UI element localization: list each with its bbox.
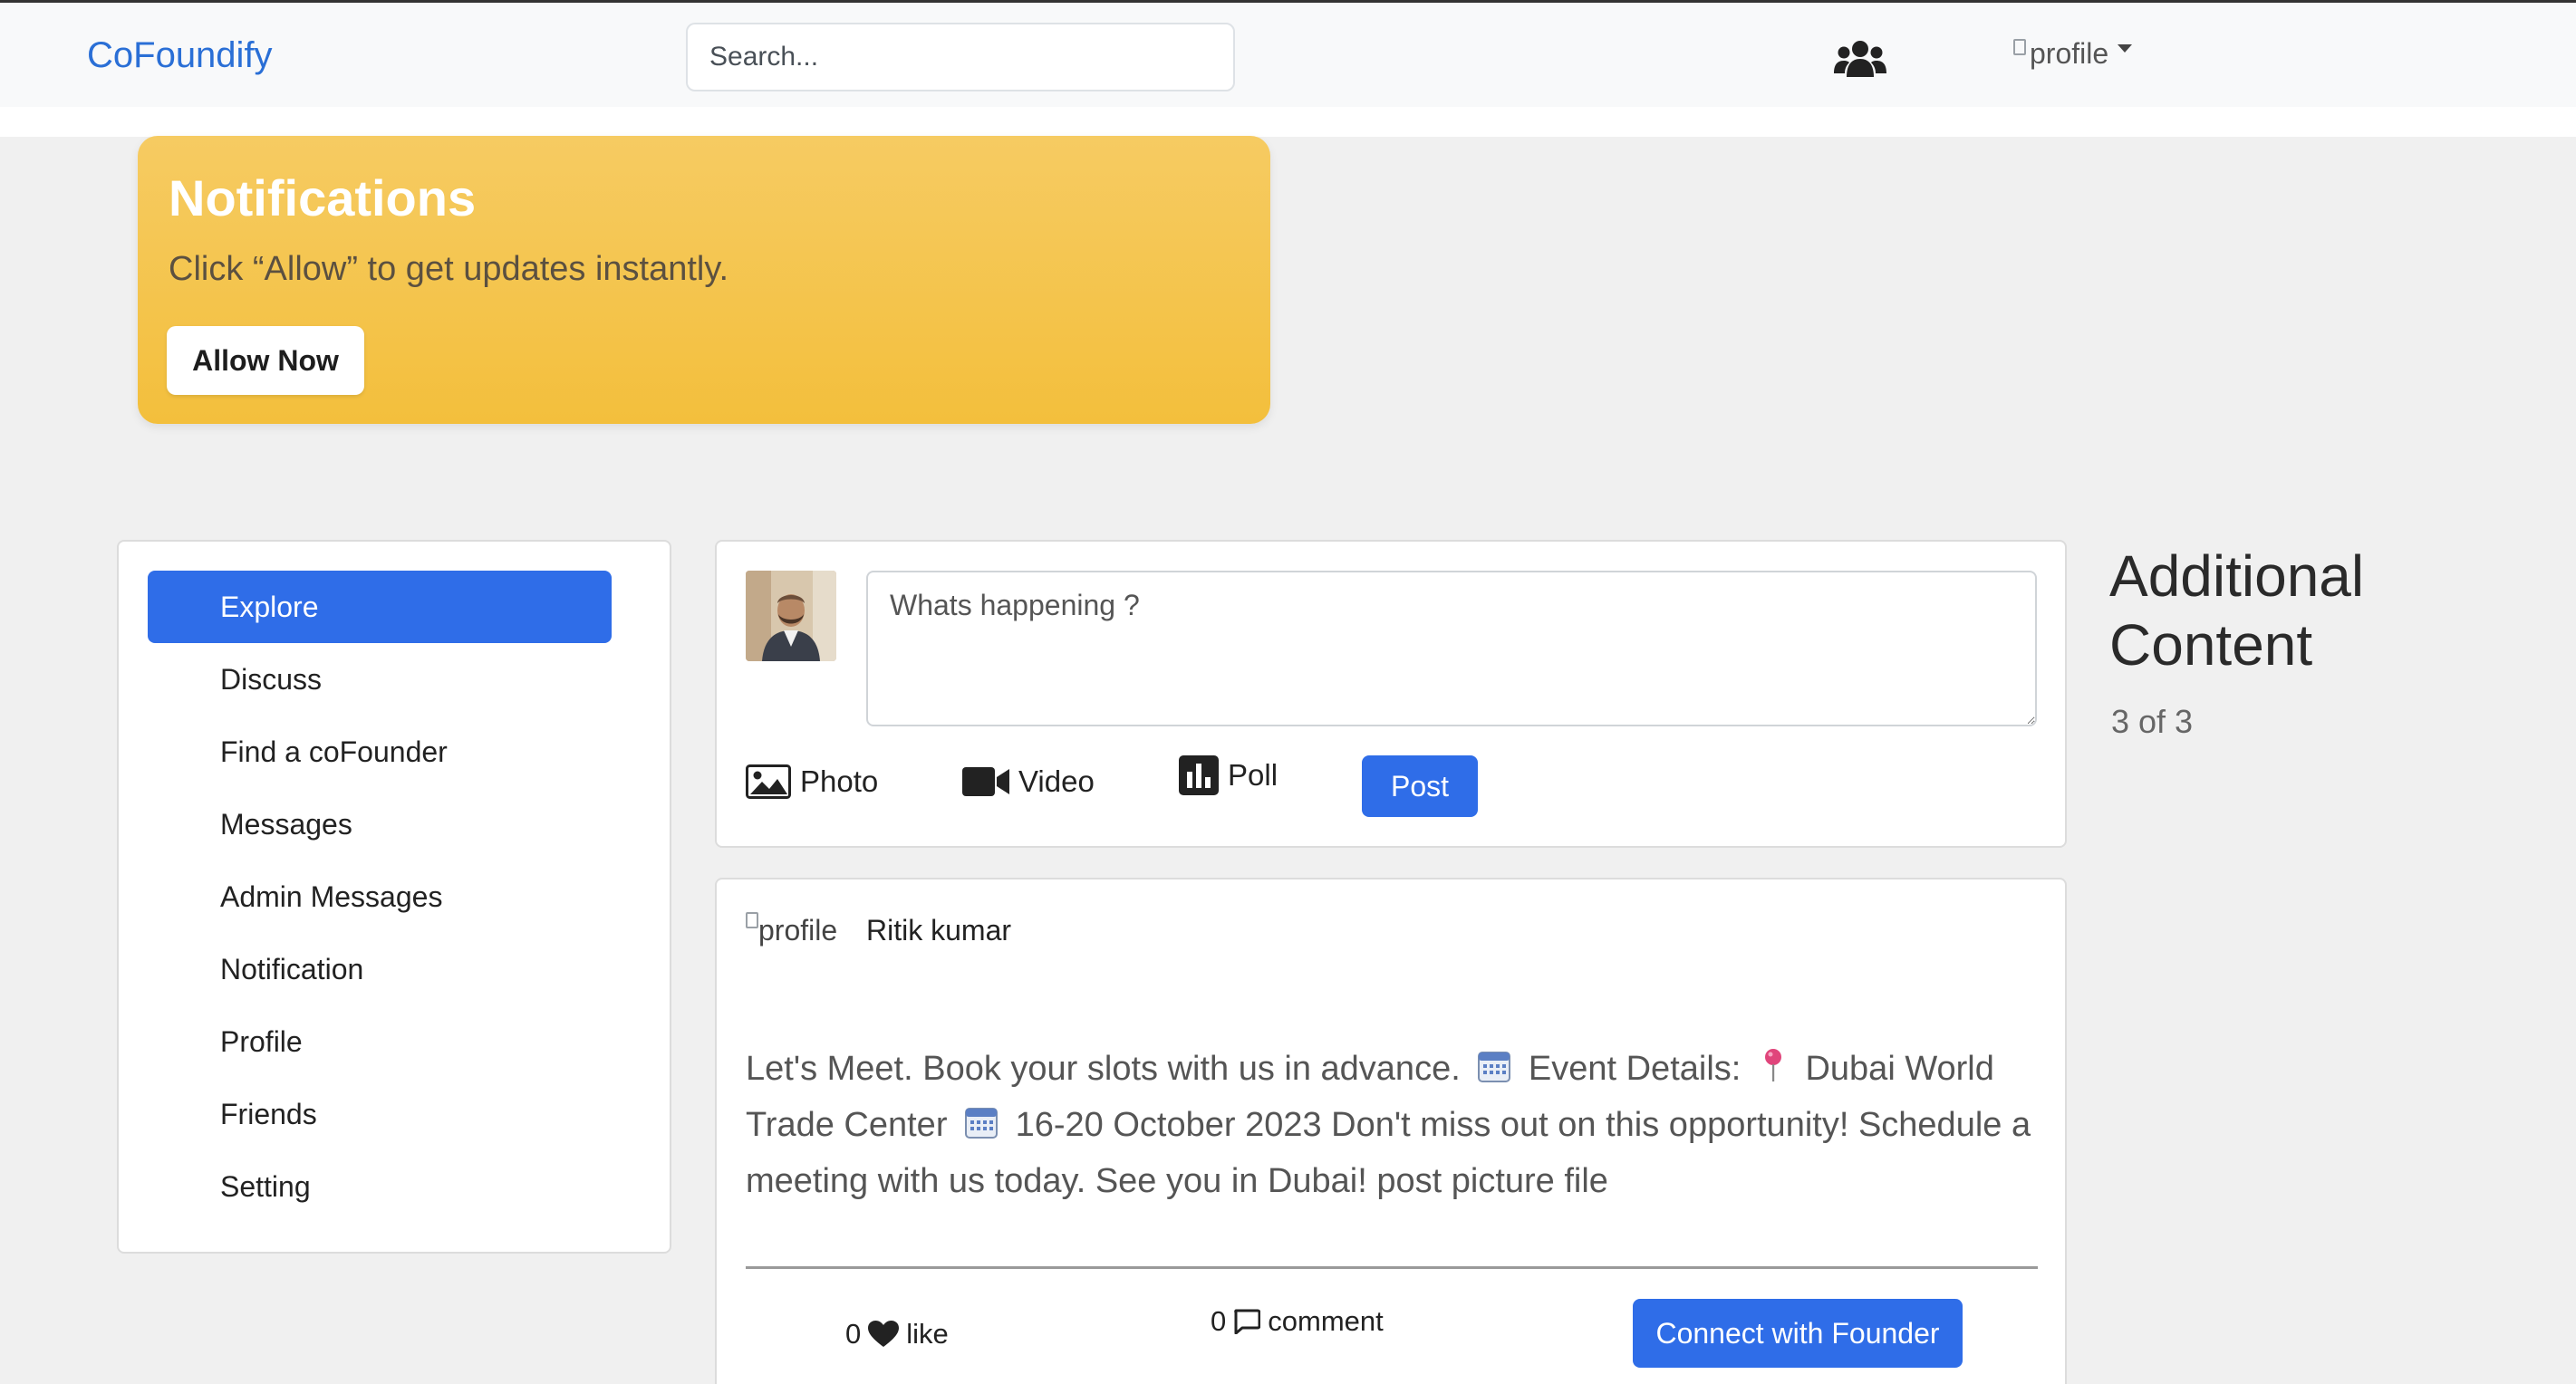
post-divider (746, 1266, 2038, 1269)
comment-icon (1234, 1309, 1261, 1334)
post-composer: Photo Video Poll Post (715, 540, 2067, 848)
heart-icon (868, 1321, 900, 1347)
notification-banner: Notifications Click “Allow” to get updat… (138, 136, 1270, 424)
poll-button[interactable]: Poll (1179, 755, 1278, 795)
like-count: 0 (845, 1318, 862, 1350)
post-body: Let's Meet. Book your slots with us in a… (746, 1041, 2041, 1209)
calendar-icon (1478, 1052, 1511, 1082)
like-button[interactable]: 0 like (845, 1318, 949, 1350)
video-button[interactable]: Video (962, 764, 1095, 799)
video-label: Video (1018, 764, 1095, 798)
sidebar-item-discuss[interactable]: Discuss (148, 643, 612, 716)
image-icon (746, 764, 791, 799)
comment-label: comment (1268, 1305, 1384, 1337)
users-icon[interactable] (1834, 39, 1886, 79)
sidebar-item-messages[interactable]: Messages (148, 788, 612, 860)
connect-with-founder-button[interactable]: Connect with Founder (1633, 1299, 1963, 1368)
sidebar-item-profile[interactable]: Profile (148, 1005, 612, 1078)
profile-avatar-alt: profile (2030, 37, 2109, 70)
broken-image-icon (746, 912, 758, 928)
brand-logo[interactable]: CoFoundify (87, 35, 273, 76)
sidebar-item-admin-messages[interactable]: Admin Messages (148, 860, 612, 933)
post-author-avatar: profile (746, 908, 845, 952)
photo-label: Photo (800, 764, 879, 798)
broken-image-icon (2013, 38, 2026, 55)
post-avatar-alt: profile (758, 914, 838, 947)
profile-dropdown-toggle[interactable]: profile (2013, 37, 2133, 71)
allow-now-button[interactable]: Allow Now (167, 326, 364, 395)
post-button[interactable]: Post (1362, 755, 1478, 817)
additional-content-counter: 3 of 3 (2111, 703, 2194, 740)
user-avatar (746, 571, 836, 661)
calendar-icon (965, 1108, 999, 1139)
sidebar-item-notification[interactable]: Notification (148, 933, 612, 1005)
sidebar-item-explore[interactable]: Explore (148, 571, 612, 643)
profile-avatar-image: profile (2013, 37, 2108, 71)
video-camera-icon (962, 767, 1009, 796)
post-card: profile Ritik kumar Let's Meet. Book you… (715, 878, 2067, 1384)
post-body-text-1: Let's Meet. Book your slots with us in a… (746, 1050, 1461, 1088)
comment-count: 0 (1211, 1305, 1227, 1337)
like-label: like (906, 1318, 949, 1350)
navbar-spacer (0, 107, 2576, 137)
caret-down-icon (2118, 44, 2133, 53)
post-body-text-2: Event Details: (1528, 1050, 1741, 1088)
pin-icon (1764, 1049, 1781, 1081)
post-author-name[interactable]: Ritik kumar (866, 914, 1011, 947)
photo-button[interactable]: Photo (746, 764, 878, 799)
comment-button[interactable]: 0 comment (1211, 1305, 1384, 1338)
poll-label: Poll (1228, 758, 1278, 792)
additional-content-title: Additional Content (2109, 543, 2365, 678)
post-text-input[interactable] (866, 571, 2037, 726)
top-navbar: CoFoundify profile (0, 0, 2576, 107)
notification-title: Notifications (169, 169, 477, 226)
notification-text: Click “Allow” to get updates instantly. (169, 250, 729, 288)
sidebar-item-find-cofounder[interactable]: Find a coFounder (148, 716, 612, 788)
sidebar-item-friends[interactable]: Friends (148, 1078, 612, 1150)
sidebar-item-setting[interactable]: Setting (148, 1150, 612, 1223)
bar-chart-icon (1179, 755, 1219, 795)
search-input[interactable] (686, 23, 1235, 91)
sidebar-nav: Explore Discuss Find a coFounder Message… (117, 540, 671, 1254)
